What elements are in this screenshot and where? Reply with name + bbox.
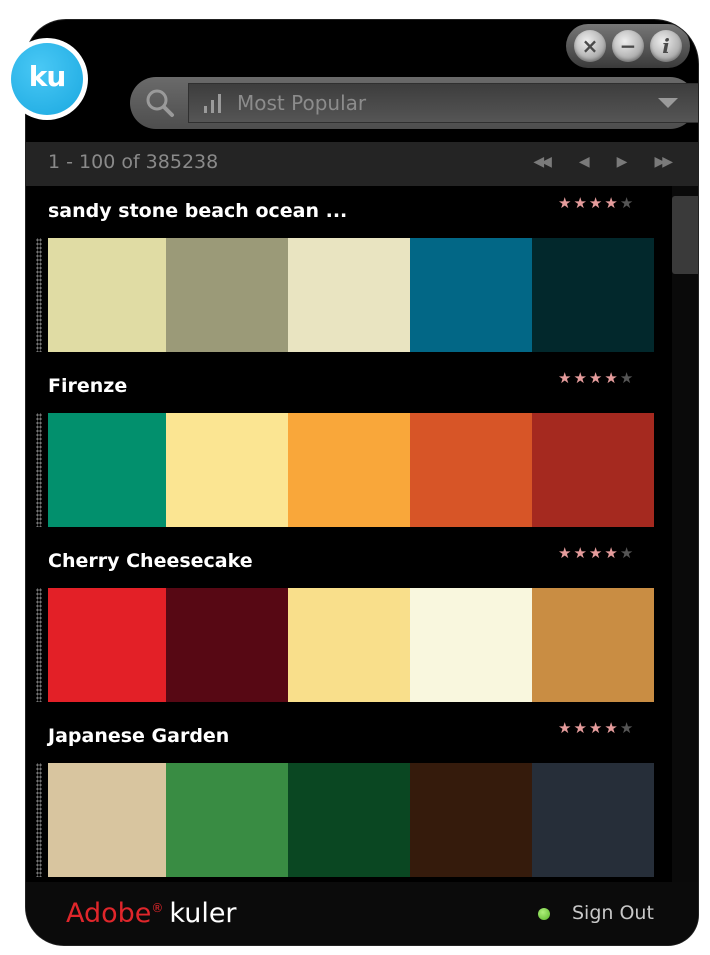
color-swatches bbox=[48, 588, 654, 702]
color-swatch[interactable] bbox=[166, 588, 288, 702]
result-count: 1 - 100 of 385238 bbox=[48, 151, 219, 173]
star-icon[interactable]: ★ bbox=[604, 194, 619, 212]
color-swatch[interactable] bbox=[410, 238, 532, 352]
drag-handle[interactable] bbox=[36, 238, 42, 352]
color-swatch[interactable] bbox=[48, 763, 166, 877]
drag-handle[interactable] bbox=[36, 588, 42, 702]
info-icon[interactable]: i bbox=[650, 30, 682, 62]
theme-name: Firenze bbox=[48, 375, 128, 397]
sign-out-link[interactable]: Sign Out bbox=[572, 902, 654, 924]
star-icon[interactable]: ★ bbox=[604, 544, 619, 562]
star-icon[interactable]: ★ bbox=[620, 194, 635, 212]
color-swatch[interactable] bbox=[410, 763, 532, 877]
bar-chart-icon bbox=[204, 94, 221, 113]
star-icon[interactable]: ★ bbox=[604, 369, 619, 387]
star-icon[interactable]: ★ bbox=[573, 369, 588, 387]
star-icon[interactable]: ★ bbox=[589, 544, 604, 562]
color-swatch[interactable] bbox=[48, 413, 166, 527]
star-icon[interactable]: ★ bbox=[589, 369, 604, 387]
star-icon[interactable]: ★ bbox=[604, 719, 619, 737]
theme-list: sandy stone beach ocean ... ★★★★★ Firenze ★… bbox=[26, 186, 698, 882]
theme-item[interactable]: sandy stone beach ocean ... ★★★★★ bbox=[26, 186, 676, 361]
theme-name: sandy stone beach ocean ... bbox=[48, 200, 348, 222]
drag-handle[interactable] bbox=[36, 413, 42, 527]
ku-logo-text: ku bbox=[11, 43, 83, 115]
theme-item[interactable]: Cherry Cheesecake ★★★★★ bbox=[26, 536, 676, 711]
next-page-icon[interactable]: ▶ bbox=[617, 154, 628, 170]
star-icon[interactable]: ★ bbox=[589, 719, 604, 737]
last-page-icon[interactable]: ▶▶ bbox=[654, 154, 672, 170]
filter-select[interactable]: Most Popular bbox=[188, 83, 698, 123]
theme-item[interactable]: Japanese Garden ★★★★★ bbox=[26, 711, 676, 886]
star-icon[interactable]: ★ bbox=[558, 544, 573, 562]
online-status-icon bbox=[538, 908, 550, 920]
star-icon[interactable]: ★ bbox=[620, 369, 635, 387]
rating-stars[interactable]: ★★★★★ bbox=[558, 719, 635, 737]
color-swatch[interactable] bbox=[410, 588, 532, 702]
kuler-logo-badge[interactable]: ku bbox=[6, 38, 88, 120]
previous-page-icon[interactable]: ◀ bbox=[579, 154, 590, 170]
star-icon[interactable]: ★ bbox=[589, 194, 604, 212]
kuler-panel: × − i Most Popular 1 - 100 of 385238 ◀◀ … bbox=[26, 20, 698, 945]
color-swatches bbox=[48, 763, 654, 877]
brand-adobe: Adobe bbox=[66, 898, 152, 929]
color-swatches bbox=[48, 238, 654, 352]
color-swatch[interactable] bbox=[166, 413, 288, 527]
star-icon[interactable]: ★ bbox=[573, 719, 588, 737]
chevron-down-icon bbox=[658, 98, 678, 108]
brand-logo: Adobe® kuler bbox=[66, 898, 237, 929]
color-swatch[interactable] bbox=[48, 238, 166, 352]
rating-stars[interactable]: ★★★★★ bbox=[558, 544, 635, 562]
color-swatch[interactable] bbox=[410, 413, 532, 527]
star-icon[interactable]: ★ bbox=[620, 719, 635, 737]
minimize-icon[interactable]: − bbox=[612, 30, 644, 62]
color-swatch[interactable] bbox=[166, 763, 288, 877]
color-swatch[interactable] bbox=[288, 763, 410, 877]
search-icon[interactable] bbox=[144, 87, 176, 119]
color-swatch[interactable] bbox=[532, 763, 654, 877]
star-icon[interactable]: ★ bbox=[573, 194, 588, 212]
brand-kuler: kuler bbox=[169, 898, 237, 929]
footer: Adobe® kuler Sign Out bbox=[26, 882, 698, 945]
brand-registered-mark: ® bbox=[151, 901, 164, 915]
pager-bar: 1 - 100 of 385238 ◀◀ ◀ ▶ ▶▶ bbox=[26, 142, 698, 186]
star-icon[interactable]: ★ bbox=[573, 544, 588, 562]
scrollbar-thumb[interactable] bbox=[672, 196, 698, 274]
star-icon[interactable]: ★ bbox=[558, 194, 573, 212]
color-swatch[interactable] bbox=[288, 238, 410, 352]
star-icon[interactable]: ★ bbox=[558, 719, 573, 737]
rating-stars[interactable]: ★★★★★ bbox=[558, 194, 635, 212]
theme-name: Cherry Cheesecake bbox=[48, 550, 253, 572]
close-icon[interactable]: × bbox=[574, 30, 606, 62]
scrollbar[interactable] bbox=[672, 186, 698, 882]
search-bar: Most Popular bbox=[130, 77, 698, 129]
drag-handle[interactable] bbox=[36, 763, 42, 877]
first-page-icon[interactable]: ◀◀ bbox=[533, 154, 551, 170]
rating-stars[interactable]: ★★★★★ bbox=[558, 369, 635, 387]
color-swatch[interactable] bbox=[166, 238, 288, 352]
star-icon[interactable]: ★ bbox=[558, 369, 573, 387]
color-swatch[interactable] bbox=[532, 413, 654, 527]
color-swatch[interactable] bbox=[532, 238, 654, 352]
window-controls: × − i bbox=[566, 24, 690, 68]
color-swatch[interactable] bbox=[48, 588, 166, 702]
star-icon[interactable]: ★ bbox=[620, 544, 635, 562]
color-swatch[interactable] bbox=[288, 413, 410, 527]
dropdown-button[interactable] bbox=[640, 77, 696, 129]
filter-value: Most Popular bbox=[237, 91, 367, 115]
theme-item[interactable]: Firenze ★★★★★ bbox=[26, 361, 676, 536]
pager-buttons: ◀◀ ◀ ▶ ▶▶ bbox=[533, 154, 673, 170]
theme-name: Japanese Garden bbox=[48, 725, 230, 747]
color-swatch[interactable] bbox=[532, 588, 654, 702]
color-swatches bbox=[48, 413, 654, 527]
color-swatch[interactable] bbox=[288, 588, 410, 702]
